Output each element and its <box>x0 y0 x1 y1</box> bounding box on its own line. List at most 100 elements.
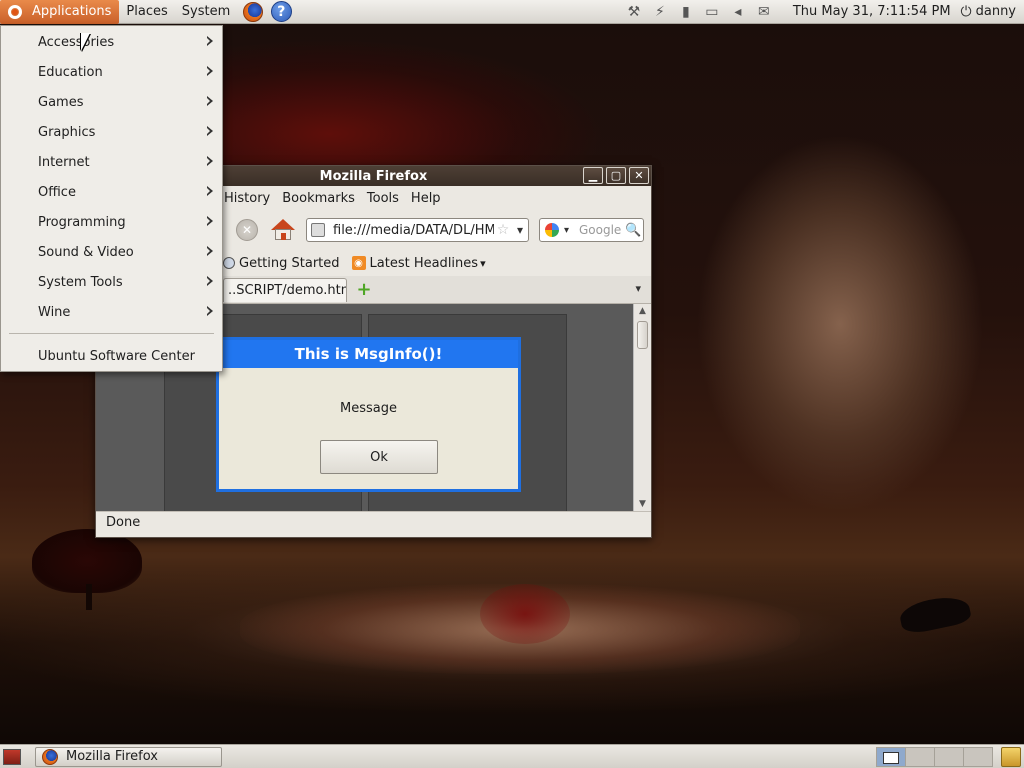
window-title: Mozilla Firefox <box>319 168 428 184</box>
show-desktop-icon[interactable] <box>3 748 21 765</box>
system-menu-button[interactable]: System <box>175 0 237 24</box>
menu-item-sound-video[interactable]: Sound & Video <box>1 237 222 267</box>
taskbar-label: Mozilla Firefox <box>66 749 158 764</box>
workspace-4[interactable] <box>963 746 993 767</box>
close-button[interactable]: ✕ <box>629 167 649 184</box>
workspace-3[interactable] <box>934 746 964 767</box>
msginfo-dialog: This is MsgInfo()! Message Ok <box>216 337 521 492</box>
chevron-right-icon <box>207 36 214 47</box>
applications-menu-button[interactable]: Applications <box>0 0 120 24</box>
network-plug-icon[interactable]: ⚡ <box>649 1 671 23</box>
trash-icon[interactable] <box>1001 746 1021 767</box>
wallpaper-tree-trunk <box>86 584 92 610</box>
chevron-right-icon <box>207 186 214 197</box>
menu-item-system-tools[interactable]: System Tools <box>1 267 222 297</box>
firefox-icon <box>42 748 58 765</box>
menu-item-office[interactable]: Office <box>1 177 222 207</box>
vertical-scrollbar[interactable]: ▲ ▼ <box>633 304 651 511</box>
menu-item-label: Accessories <box>38 34 115 50</box>
bookmark-latest-headlines[interactable]: ◉ Latest Headlines ▾ <box>351 255 486 271</box>
firefox-icon <box>243 1 264 22</box>
menu-item-programming[interactable]: Programming <box>1 207 222 237</box>
power-icon: ⏻ <box>960 3 972 20</box>
clock[interactable]: Thu May 31, 7:11:54 PM <box>793 4 951 19</box>
applications-menu: Accessories Education Games Graphics Interne… <box>0 25 223 372</box>
search-input[interactable]: Google <box>576 223 625 237</box>
search-engine-dropdown[interactable]: ▾ <box>564 225 576 236</box>
tab-list-chevron-icon[interactable]: ▾ <box>635 282 641 295</box>
menu-item-ubuntu-software-center[interactable]: Ubuntu Software Center <box>1 341 222 371</box>
status-text: Done <box>106 515 141 530</box>
chevron-right-icon <box>207 126 214 137</box>
network-tools-icon[interactable]: ⚒ <box>623 1 645 23</box>
bookmark-label: Getting Started <box>239 255 340 271</box>
new-tab-button[interactable]: + <box>355 279 373 300</box>
rss-icon: ◉ <box>351 256 366 270</box>
page-favicon-icon <box>311 223 325 237</box>
scrollbar-thumb[interactable] <box>637 321 648 349</box>
stop-button[interactable]: ✕ <box>236 219 258 241</box>
workspace-2[interactable] <box>905 746 935 767</box>
workspace-1[interactable] <box>876 746 906 767</box>
help-launcher[interactable]: ? <box>269 0 293 24</box>
menu-tools[interactable]: Tools <box>367 191 399 206</box>
ubuntu-logo-icon <box>6 3 24 21</box>
ok-button[interactable]: Ok <box>320 440 438 474</box>
menu-bookmarks[interactable]: Bookmarks <box>282 191 355 206</box>
scroll-down-icon[interactable]: ▼ <box>634 497 651 511</box>
status-bar: Done <box>96 511 651 533</box>
menu-separator <box>9 333 214 334</box>
menu-help[interactable]: Help <box>411 191 441 206</box>
menu-item-wine[interactable]: Wine <box>1 297 222 327</box>
search-engine-icon[interactable] <box>540 223 564 237</box>
menu-item-games[interactable]: Games <box>1 87 222 117</box>
top-panel: Applications Places System ? ⚒ ⚡ ▮ ▭ ◂ ✉… <box>0 0 1024 24</box>
menu-item-graphics[interactable]: Graphics <box>1 117 222 147</box>
workspace-switcher <box>876 746 993 767</box>
chevron-right-icon <box>207 66 214 77</box>
chevron-right-icon <box>207 246 214 257</box>
url-input[interactable]: file:///media/DATA/DL/HMC <box>333 223 494 238</box>
url-bar[interactable]: file:///media/DATA/DL/HMC ☆ ▾ <box>306 218 529 242</box>
tab-demo-html[interactable]: ..SCRIPT/demo.html <box>223 277 347 302</box>
menu-item-label: Education <box>38 64 103 80</box>
help-icon: ? <box>270 1 292 22</box>
user-menu[interactable]: ⏻ danny <box>961 4 1016 20</box>
menu-history[interactable]: History <box>224 191 270 206</box>
bookmark-star-icon[interactable]: ☆ <box>494 222 512 238</box>
menu-item-label: Games <box>38 94 84 110</box>
menu-item-education[interactable]: Education <box>1 57 222 87</box>
mouse-cursor-icon <box>81 33 90 51</box>
search-icon[interactable]: 🔍 <box>625 223 643 238</box>
home-button[interactable] <box>270 217 296 243</box>
volume-icon[interactable]: ◂ <box>727 1 749 23</box>
menu-item-label: Internet <box>38 154 90 170</box>
minimize-button[interactable]: ▁ <box>583 167 603 184</box>
user-name: danny <box>975 4 1016 19</box>
search-bar[interactable]: ▾ Google 🔍 <box>539 218 644 242</box>
wallpaper-dress <box>480 584 570 644</box>
battery-icon[interactable]: ▮ <box>675 1 697 23</box>
bookmark-label: Latest Headlines <box>369 255 479 271</box>
maximize-button[interactable]: ▢ <box>606 167 626 184</box>
url-history-dropdown[interactable]: ▾ <box>512 223 528 237</box>
menu-item-label: Sound & Video <box>38 244 134 260</box>
wallpaper-crow <box>897 592 973 636</box>
mail-icon[interactable]: ✉ <box>753 1 775 23</box>
menu-item-internet[interactable]: Internet <box>1 147 222 177</box>
scroll-up-icon[interactable]: ▲ <box>634 304 651 318</box>
dialog-title: This is MsgInfo()! <box>219 340 518 368</box>
bookmark-getting-started[interactable]: Getting Started <box>223 256 340 271</box>
firefox-launcher[interactable] <box>241 0 265 24</box>
places-menu-button[interactable]: Places <box>119 0 174 24</box>
dialog-message: Message <box>340 401 397 416</box>
taskbar-firefox[interactable]: Mozilla Firefox <box>35 746 222 767</box>
display-icon[interactable]: ▭ <box>701 1 723 23</box>
chevron-right-icon <box>207 306 214 317</box>
chevron-right-icon <box>207 276 214 287</box>
menu-item-accessories[interactable]: Accessories <box>1 27 222 57</box>
menu-item-label: Office <box>38 184 76 200</box>
chevron-down-icon: ▾ <box>480 256 486 270</box>
menu-item-label: Wine <box>38 304 71 320</box>
chevron-right-icon <box>207 96 214 107</box>
